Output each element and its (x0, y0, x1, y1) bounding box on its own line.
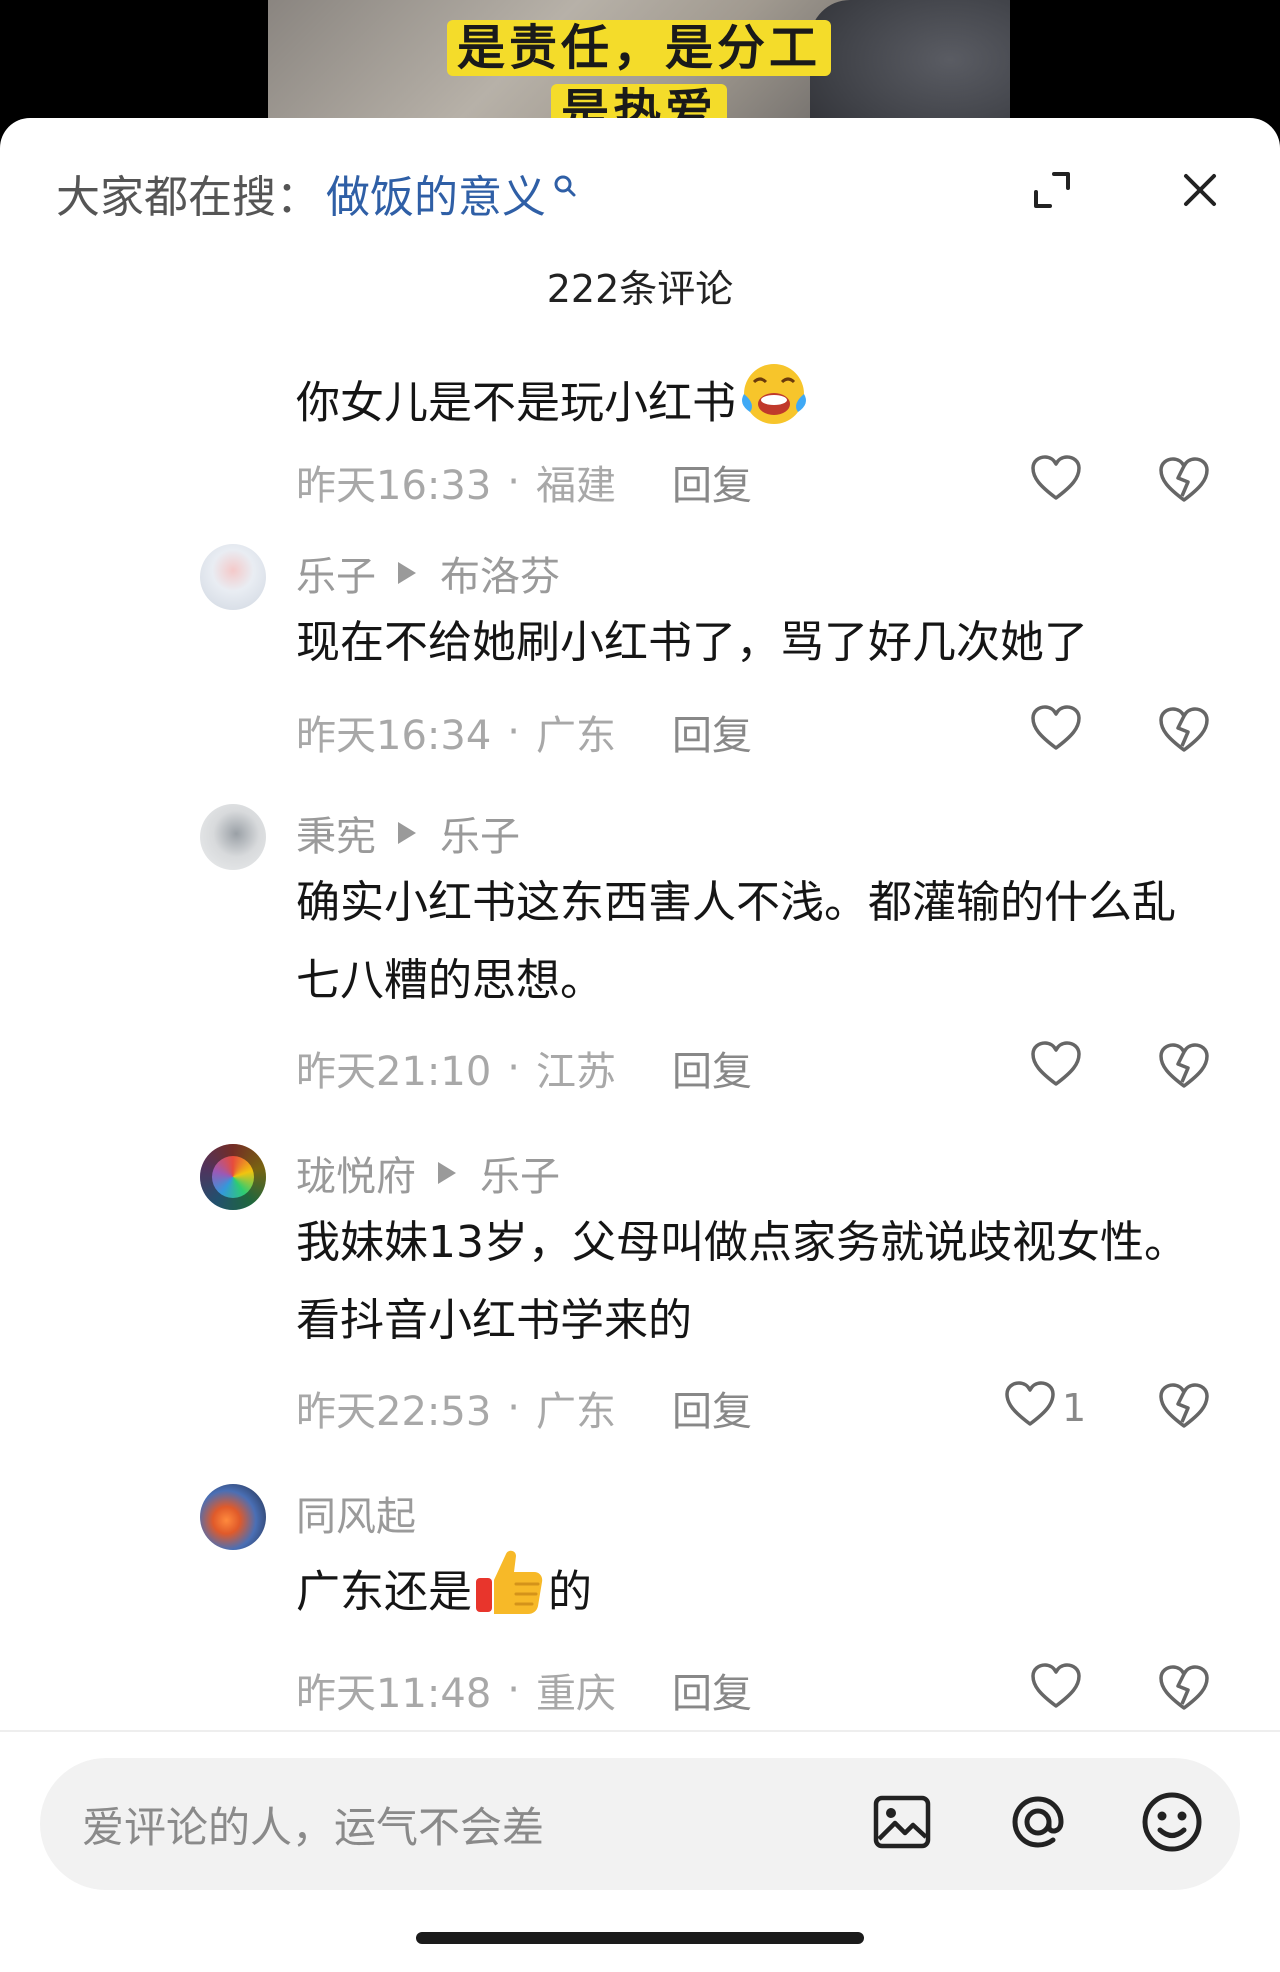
comment-time: 昨天21:10 (296, 1049, 492, 1095)
avatar[interactable] (200, 544, 266, 610)
reply-button[interactable]: 回复 (672, 1661, 752, 1719)
comment-input-placeholder: 爱评论的人，运气不会差 (82, 1803, 545, 1852)
comment-location: 广东 (536, 713, 616, 759)
like-button[interactable] (1030, 1038, 1082, 1098)
comment-item: 乐子 布洛芬 现在不给她刷小红书了，骂了好几次她了 昨天16:34 · 广东 回… (0, 538, 1280, 788)
comment-author-line: 珑悦府 乐子 (296, 1148, 560, 1200)
comment-text: 你女儿是不是玩小红书 (296, 358, 1216, 453)
like-button[interactable] (1030, 1660, 1082, 1720)
comment-author-line: 秉宪 乐子 (296, 808, 520, 860)
reply-button[interactable]: 回复 (672, 1379, 752, 1437)
image-button[interactable] (864, 1786, 940, 1862)
comment-location: 江苏 (536, 1049, 616, 1095)
like-button[interactable] (1030, 452, 1082, 512)
dislike-button[interactable] (1158, 452, 1210, 512)
comment-author[interactable]: 乐子 (296, 544, 376, 602)
reply-to-author[interactable]: 布洛芬 (440, 544, 560, 602)
comment-item: 秉宪 乐子 确实小红书这东西害人不浅。都灌输的什么乱七八糟的思想。 昨天21:1… (0, 798, 1280, 1128)
comment-time: 昨天22:53 (296, 1389, 492, 1435)
broken-heart-icon (1158, 1382, 1210, 1434)
like-button[interactable] (1030, 702, 1082, 762)
laugh-cry-emoji (736, 358, 814, 453)
comment-meta: 昨天16:34 · 广东 回复 (296, 702, 752, 762)
comment-text: 确实小红书这东西害人不浅。都灌输的什么乱七八糟的思想。 (296, 877, 1176, 1006)
comment-text: 广东还是 的 (296, 1544, 1216, 1645)
comment-time: 昨天16:33 (296, 463, 492, 509)
dislike-button[interactable] (1158, 1038, 1210, 1098)
comments-sheet: 大家都在搜： 做饭的意义 222条评论 你女儿是不是玩小红书 昨天16:33 ·… (0, 118, 1280, 1972)
mention-button[interactable] (1000, 1786, 1076, 1862)
trending-search[interactable]: 大家都在搜： 做饭的意义 (56, 158, 578, 228)
comment-input[interactable]: 爱评论的人，运气不会差 (40, 1758, 1240, 1890)
broken-heart-icon (1158, 456, 1210, 508)
comment-text: 现在不给她刷小红书了，骂了好几次她了 (296, 617, 1088, 668)
thumbs-up-emoji (472, 1544, 548, 1645)
video-caption-line1: 是责任，是分工 (446, 20, 831, 76)
comment-text: 我妹妹13岁，父母叫做点家务就说歧视女性。看抖音小红书学来的 (296, 1217, 1188, 1346)
heart-icon (1030, 454, 1082, 511)
close-button[interactable] (1170, 162, 1230, 222)
reply-button[interactable]: 回复 (672, 703, 752, 761)
comment-item: 珑悦府 乐子 我妹妹13岁，父母叫做点家务就说歧视女性。看抖音小红书学来的 昨天… (0, 1138, 1280, 1468)
expand-button[interactable] (1022, 162, 1082, 222)
dislike-button[interactable] (1158, 702, 1210, 762)
close-icon (1180, 170, 1220, 214)
heart-icon (1030, 704, 1082, 761)
reply-button[interactable]: 回复 (672, 453, 752, 511)
avatar[interactable] (200, 1144, 266, 1210)
reply-to-author[interactable]: 乐子 (440, 804, 520, 862)
trending-search-term[interactable]: 做饭的意义 (326, 161, 546, 225)
comment-author[interactable]: 秉宪 (296, 804, 376, 862)
comment-author[interactable]: 珑悦府 (296, 1144, 416, 1202)
like-count: 1 (1062, 1386, 1087, 1430)
dislike-button[interactable] (1158, 1378, 1210, 1438)
comment-author-line: 乐子 布洛芬 (296, 548, 560, 600)
comment-location: 福建 (536, 463, 616, 509)
comment-meta: 昨天21:10 · 江苏 回复 (296, 1038, 752, 1098)
comment-meta: 昨天11:48 · 重庆 回复 (296, 1660, 752, 1720)
reply-button[interactable]: 回复 (672, 1039, 752, 1097)
comment-meta: 昨天22:53 · 广东 回复 (296, 1378, 752, 1438)
heart-icon (1030, 1662, 1082, 1719)
heart-icon (1030, 1040, 1082, 1097)
at-icon (1005, 1789, 1071, 1859)
emoji-icon (1139, 1789, 1205, 1859)
search-icon (552, 159, 578, 210)
comment-count: 222条评论 (546, 267, 734, 311)
comment-time: 昨天11:48 (296, 1671, 492, 1717)
comment-item: 同风起 广东还是 的 昨天11:48 · 重庆 回复 (0, 1478, 1280, 1728)
comment-meta: 昨天16:33 · 福建 回复 (296, 452, 752, 512)
emoji-button[interactable] (1134, 1786, 1210, 1862)
heart-icon (1004, 1380, 1056, 1437)
like-button[interactable]: 1 (1004, 1378, 1086, 1438)
image-icon (871, 1791, 933, 1857)
comment-author[interactable]: 同风起 (296, 1484, 416, 1542)
avatar[interactable] (200, 1484, 266, 1550)
reply-arrow-icon (398, 822, 416, 844)
comment-location: 重庆 (536, 1671, 616, 1717)
comment-author-line: 同风起 (296, 1488, 416, 1540)
broken-heart-icon (1158, 1664, 1210, 1716)
broken-heart-icon (1158, 1042, 1210, 1094)
comment-time: 昨天16:34 (296, 713, 492, 759)
broken-heart-icon (1158, 706, 1210, 758)
comment-location: 广东 (536, 1389, 616, 1435)
home-indicator (416, 1932, 864, 1944)
reply-arrow-icon (438, 1162, 456, 1184)
dislike-button[interactable] (1158, 1660, 1210, 1720)
expand-icon (1030, 168, 1074, 216)
trending-search-prefix: 大家都在搜： (56, 172, 320, 223)
reply-arrow-icon (398, 562, 416, 584)
divider (0, 1730, 1280, 1732)
avatar[interactable] (200, 804, 266, 870)
comment-item: 你女儿是不是玩小红书 昨天16:33 · 福建 回复 (0, 338, 1280, 518)
reply-to-author[interactable]: 乐子 (480, 1144, 560, 1202)
